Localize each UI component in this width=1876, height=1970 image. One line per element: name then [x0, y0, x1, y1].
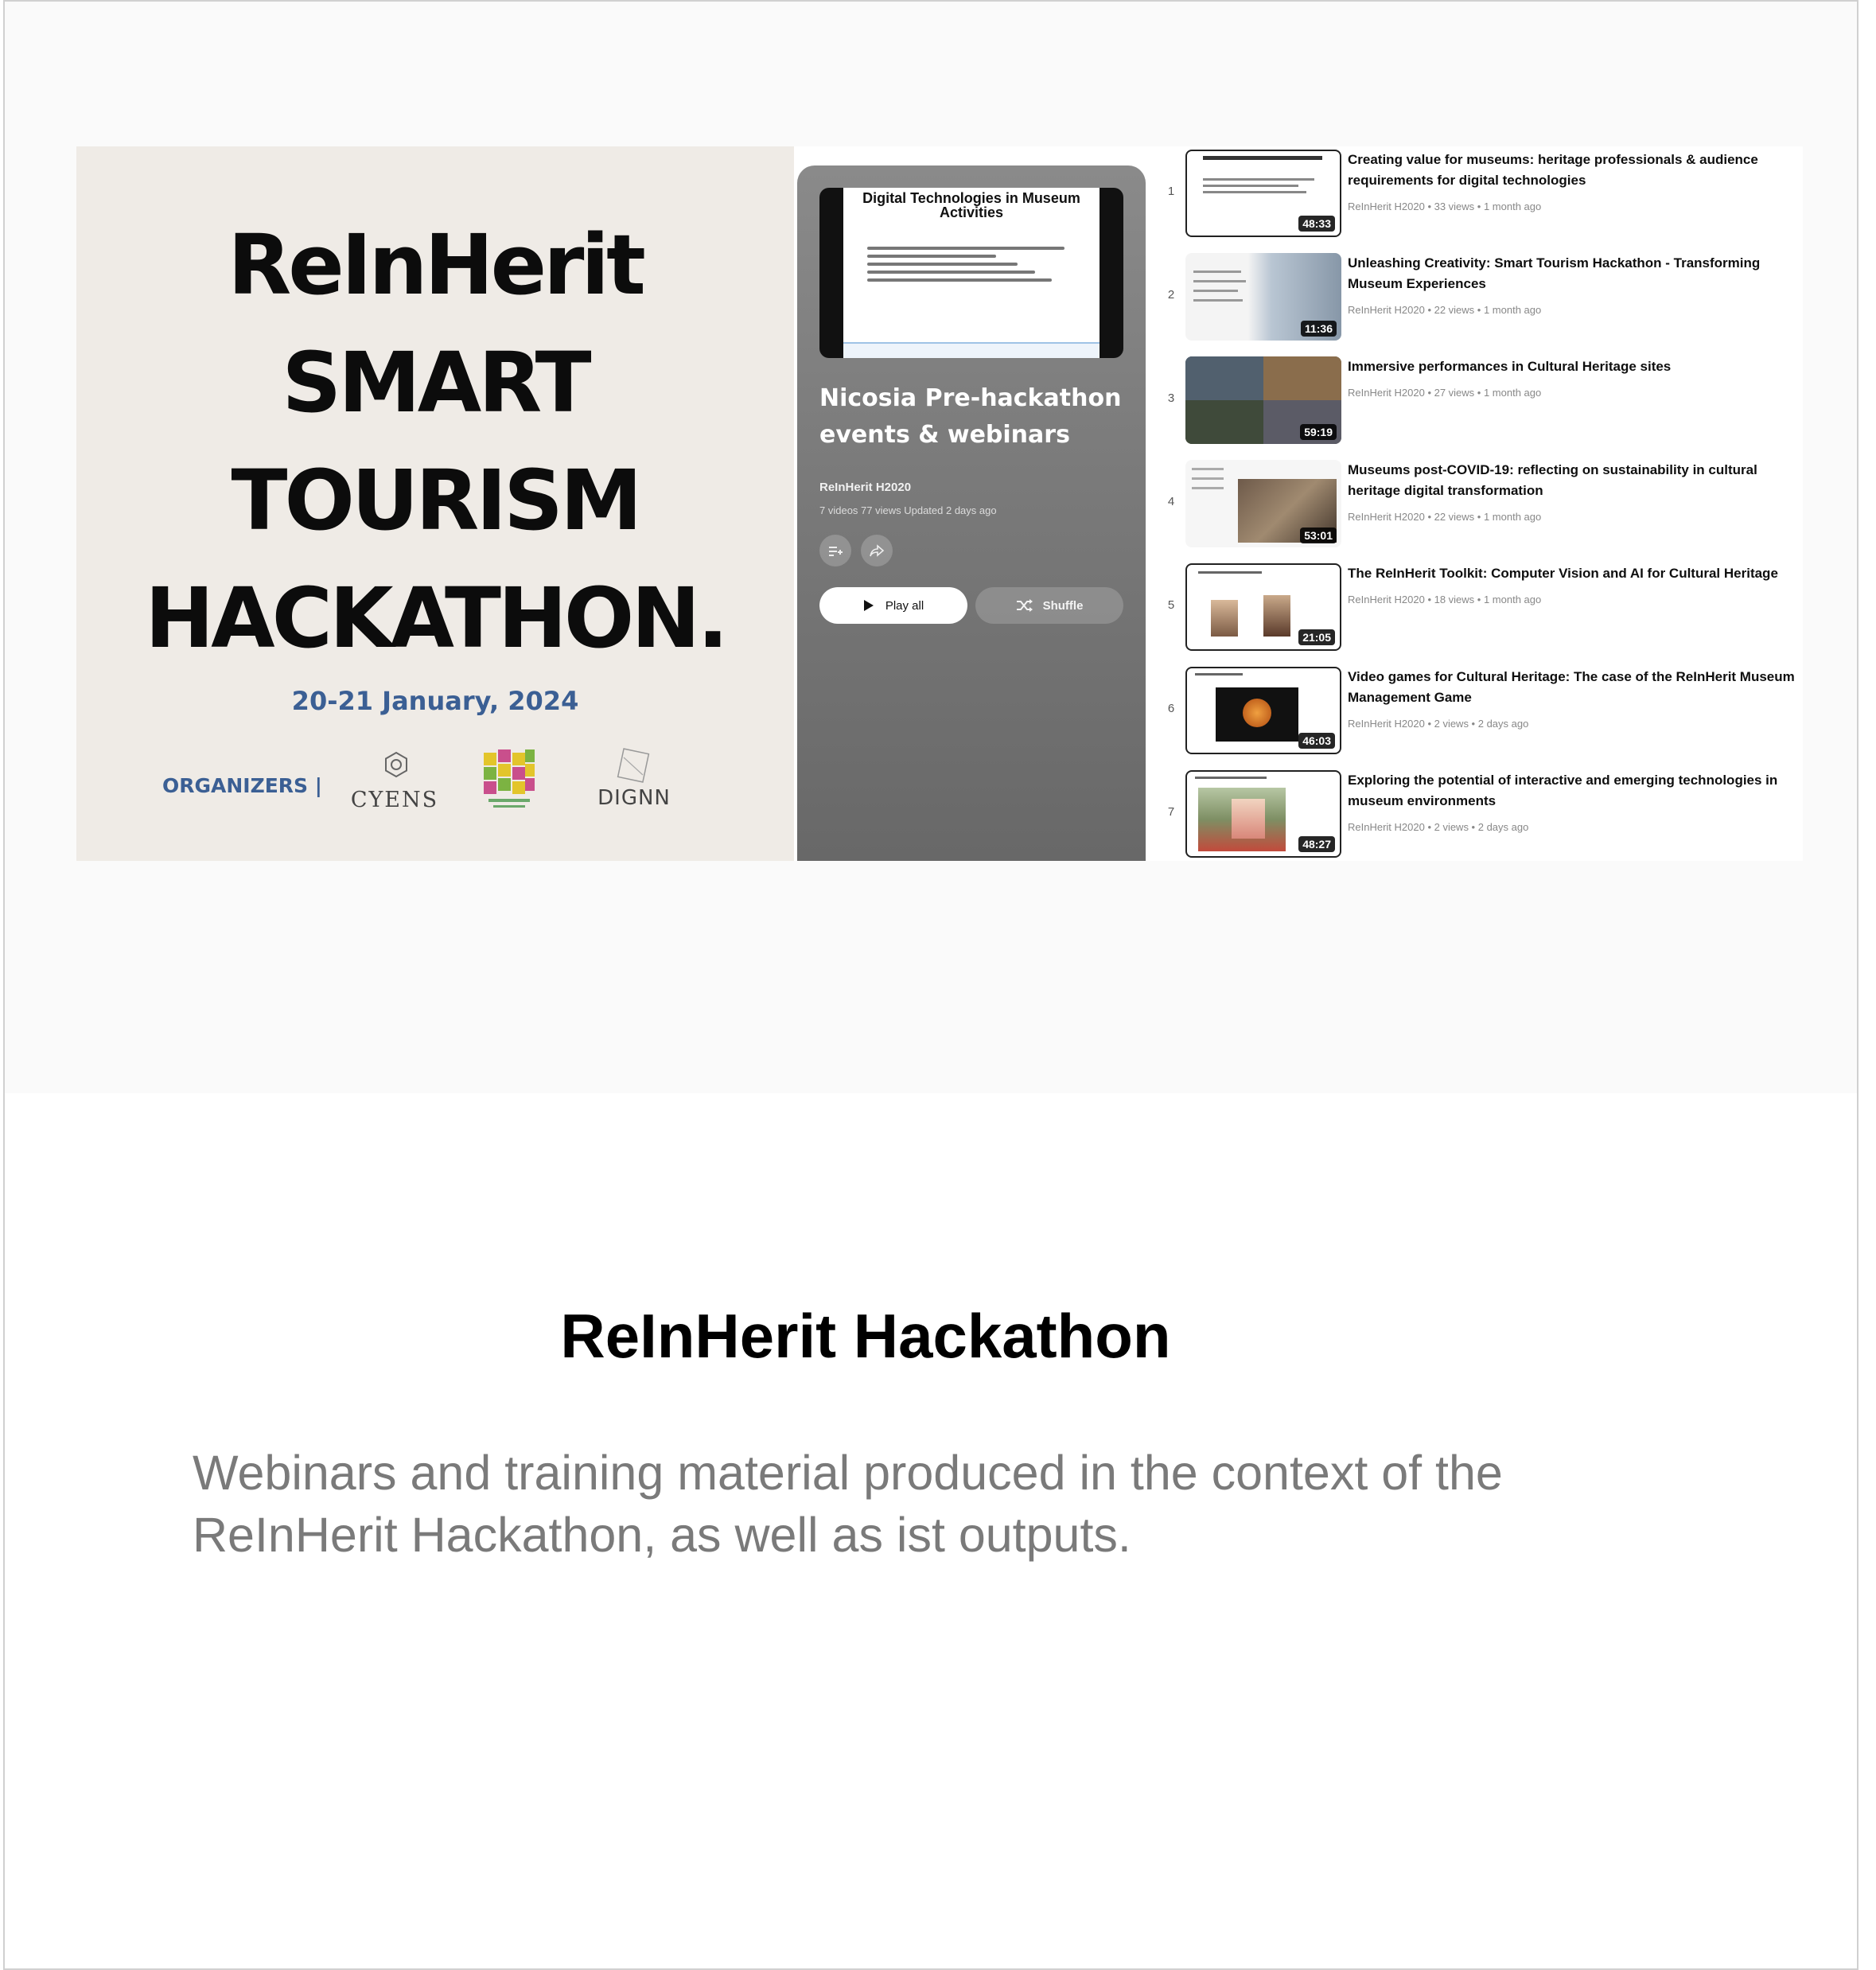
- playlist-thumbnail-title: Digital Technologies in Museum Activitie…: [862, 190, 1080, 220]
- resource-card[interactable]: ReInHerit SMART TOURISM HACKATHON. 20-21…: [3, 0, 1858, 1970]
- video-title[interactable]: Creating value for museums: heritage pro…: [1348, 150, 1803, 191]
- slide-bullets: [867, 247, 1082, 286]
- video-thumbnail[interactable]: 21:05: [1185, 563, 1341, 651]
- hero-area: ReInHerit SMART TOURISM HACKATHON. 20-21…: [5, 2, 1857, 1093]
- playlist-thumbnail-slide: Digital Technologies in Museum Activitie…: [843, 188, 1100, 358]
- organizers-label: ORGANIZERS |: [162, 774, 322, 797]
- cyens-logo: CYENS: [339, 751, 450, 823]
- poster-date: 20-21 January, 2024: [291, 686, 579, 716]
- shuffle-icon: [1016, 599, 1033, 612]
- slide-footer: [843, 342, 1100, 358]
- video-index: 5: [1167, 598, 1175, 612]
- video-meta: ReInHerit H2020 • 33 views • 1 month ago: [1348, 201, 1542, 212]
- video-title[interactable]: Exploring the potential of interactive a…: [1348, 770, 1803, 812]
- share-icon[interactable]: [861, 535, 893, 566]
- shuffle-label: Shuffle: [1042, 598, 1084, 613]
- playlist-video-item[interactable]: 1 48:33 Creating value for museums: heri…: [1150, 146, 1803, 242]
- video-meta: ReInHerit H2020 • 2 views • 2 days ago: [1348, 718, 1529, 730]
- playlist-video-item[interactable]: 6 46:03 Video games for Cultural Heritag…: [1150, 664, 1803, 759]
- playlist-video-item[interactable]: 5 21:05 The ReInHerit Toolkit: Computer …: [1150, 560, 1803, 656]
- playlist-stats: 7 videos 77 views Updated 2 days ago: [819, 504, 997, 516]
- play-all-button[interactable]: Play all: [819, 587, 967, 624]
- playlist-video-item[interactable]: 7 48:27 Exploring the potential of inter…: [1150, 767, 1803, 861]
- dignn-logo-text: DIGNN: [597, 786, 671, 810]
- video-index: 6: [1167, 702, 1175, 715]
- playlist-owner[interactable]: ReInHerit H2020: [819, 481, 911, 494]
- card-description: Webinars and training material produced …: [193, 1446, 1503, 1562]
- play-all-label: Play all: [885, 598, 924, 613]
- video-index: 1: [1167, 185, 1175, 198]
- video-meta: ReInHerit H2020 • 27 views • 1 month ago: [1348, 387, 1542, 399]
- video-index: 2: [1167, 288, 1175, 302]
- dignn-logo: DIGNN: [579, 748, 689, 821]
- video-meta: ReInHerit H2020 • 22 views • 1 month ago: [1348, 511, 1542, 523]
- preview-image[interactable]: ReInHerit SMART TOURISM HACKATHON. 20-21…: [76, 146, 1803, 861]
- poster-line-1: ReInHerit: [228, 216, 646, 313]
- poster-line-4: HACKATHON.: [145, 570, 729, 667]
- video-duration: 48:27: [1298, 836, 1335, 852]
- video-thumbnail[interactable]: 46:03: [1185, 667, 1341, 754]
- video-thumbnail[interactable]: 48:33: [1185, 150, 1341, 237]
- poster-line-2: SMART: [282, 334, 591, 431]
- reinherit-logo: [481, 748, 538, 820]
- playlist-title[interactable]: Nicosia Pre-hackathon events & webinars: [819, 380, 1130, 454]
- video-thumbnail[interactable]: 59:19: [1185, 356, 1341, 444]
- video-duration: 53:01: [1300, 528, 1337, 543]
- video-title[interactable]: The ReInHerit Toolkit: Computer Vision a…: [1348, 563, 1803, 584]
- cyens-logo-text: CYENS: [350, 788, 439, 812]
- video-title[interactable]: Museums post-COVID-19: reflecting on sus…: [1348, 460, 1803, 501]
- playlist-video-item[interactable]: 4 53:01 Museums post-COVID-19: reflectin…: [1150, 457, 1803, 552]
- video-meta: ReInHerit H2020 • 18 views • 1 month ago: [1348, 594, 1542, 605]
- playlist-video-item[interactable]: 2 11:36 Unleashing Creativity: Smart Tou…: [1150, 250, 1803, 345]
- hackathon-poster: ReInHerit SMART TOURISM HACKATHON. 20-21…: [76, 146, 794, 861]
- video-index: 7: [1167, 805, 1175, 819]
- playlist-video-item[interactable]: 3 59:19 Immersive performances in Cultur…: [1150, 353, 1803, 449]
- poster-line-3: TOURISM: [231, 452, 643, 549]
- playlist-thumbnail[interactable]: Digital Technologies in Museum Activitie…: [819, 188, 1123, 358]
- video-meta: ReInHerit H2020 • 2 views • 2 days ago: [1348, 821, 1529, 833]
- video-duration: 46:03: [1298, 733, 1335, 749]
- video-title[interactable]: Video games for Cultural Heritage: The c…: [1348, 667, 1803, 708]
- video-duration: 21:05: [1298, 629, 1335, 645]
- video-index: 4: [1167, 495, 1175, 508]
- video-meta: ReInHerit H2020 • 22 views • 1 month ago: [1348, 304, 1542, 316]
- playlist-video-list: 1 48:33 Creating value for museums: heri…: [1150, 146, 1803, 861]
- play-icon: [863, 600, 874, 611]
- playlist-panel[interactable]: Digital Technologies in Museum Activitie…: [797, 165, 1146, 861]
- add-to-queue-icon[interactable]: [819, 535, 851, 566]
- video-index: 3: [1167, 391, 1175, 405]
- video-title[interactable]: Immersive performances in Cultural Herit…: [1348, 356, 1803, 377]
- video-thumbnail[interactable]: 48:27: [1185, 770, 1341, 858]
- card-title[interactable]: ReInHerit Hackathon: [5, 1300, 1726, 1372]
- video-title[interactable]: Unleashing Creativity: Smart Tourism Hac…: [1348, 253, 1803, 294]
- video-duration: 59:19: [1300, 424, 1337, 440]
- shuffle-button[interactable]: Shuffle: [975, 587, 1123, 624]
- video-thumbnail[interactable]: 11:36: [1185, 253, 1341, 341]
- video-duration: 11:36: [1300, 321, 1337, 337]
- video-thumbnail[interactable]: 53:01: [1185, 460, 1341, 547]
- video-duration: 48:33: [1298, 216, 1335, 232]
